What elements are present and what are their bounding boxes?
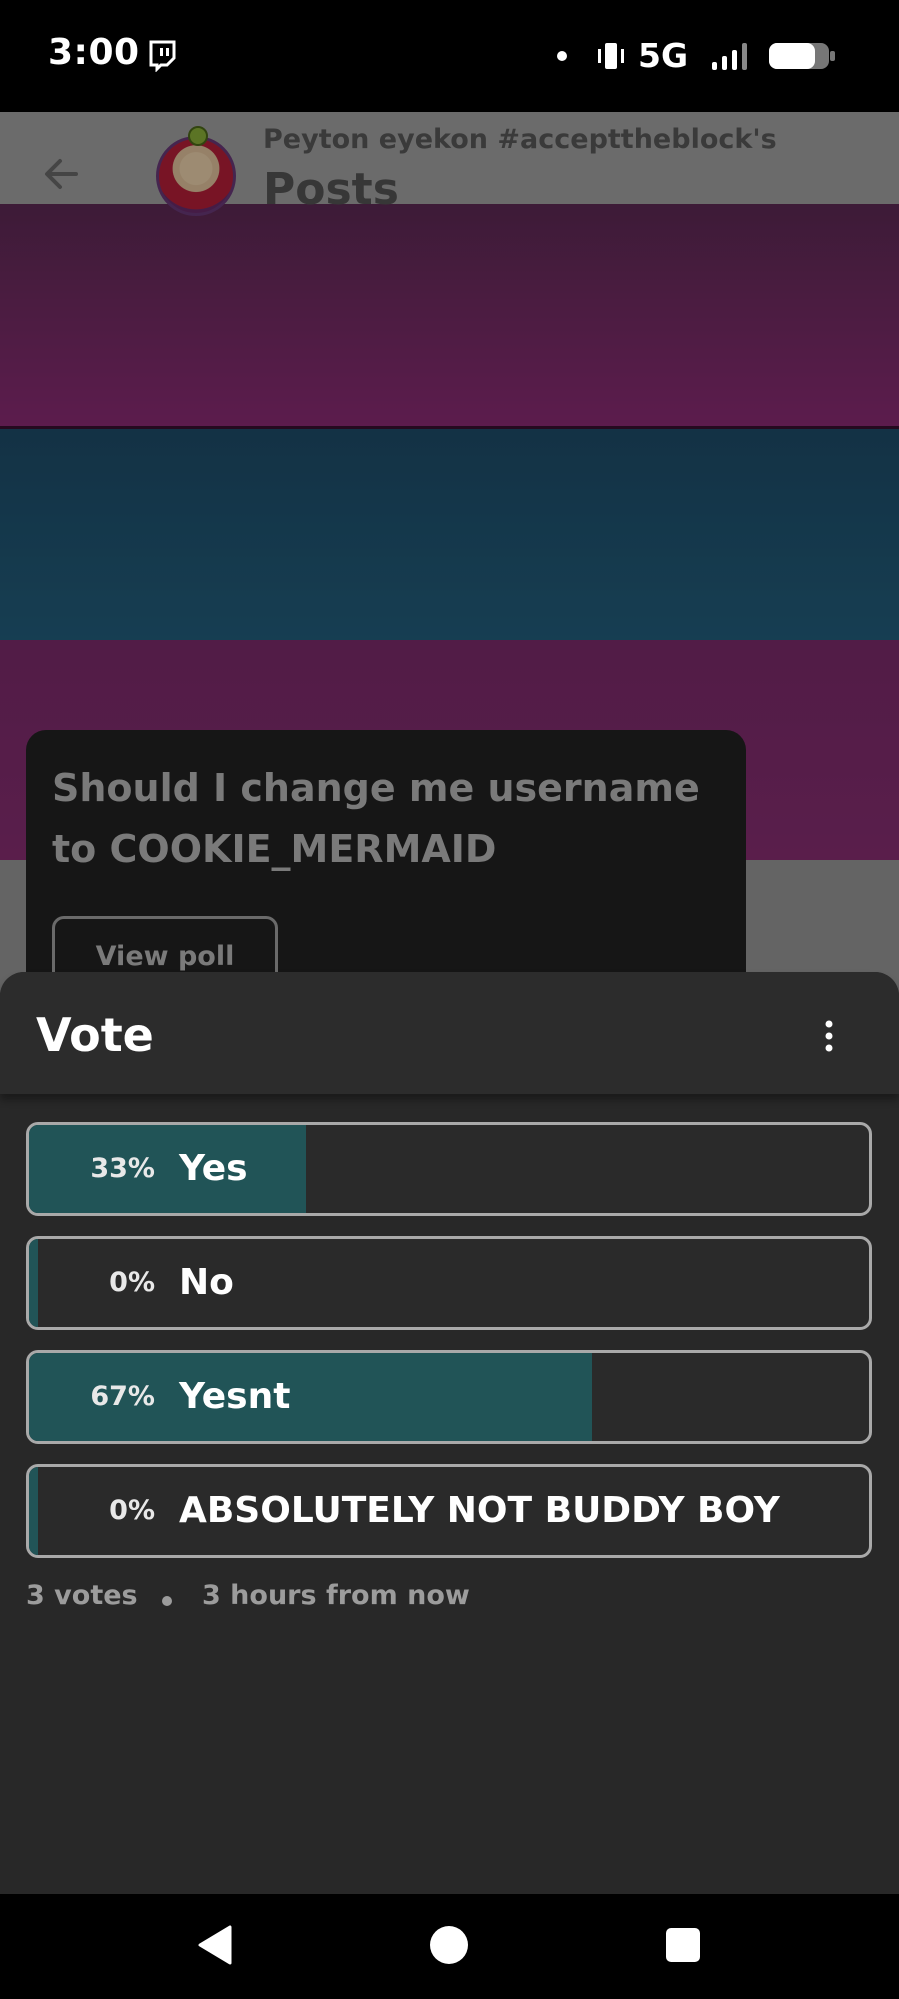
separator-dot-icon xyxy=(162,1596,172,1606)
poll-option-percent: 33% xyxy=(90,1153,155,1184)
battery-icon xyxy=(769,43,835,69)
sheet-title: Vote xyxy=(36,1008,154,1062)
vibrate-icon xyxy=(598,43,624,69)
poll-option-yes[interactable]: 33% Yes xyxy=(26,1122,872,1216)
nav-recents-icon[interactable] xyxy=(666,1928,700,1962)
vote-count: 3 votes xyxy=(26,1580,138,1611)
vote-bottom-sheet: Vote 33% Yes 0% No 67% Yesnt 0% ABSOLUTE… xyxy=(0,972,899,1894)
poll-option-label: Yesnt xyxy=(179,1376,291,1417)
post-text: Should I change me username to COOKIE_ME… xyxy=(52,766,700,871)
poll-option-label: No xyxy=(179,1262,234,1303)
more-vertical-icon[interactable] xyxy=(818,1018,840,1054)
poll-option-label: ABSOLUTELY NOT BUDDY BOY xyxy=(179,1490,780,1531)
system-nav-bar xyxy=(0,1894,899,1999)
poll-option-absolutely-not[interactable]: 0% ABSOLUTELY NOT BUDDY BOY xyxy=(26,1464,872,1558)
sheet-header: Vote xyxy=(0,972,899,1094)
poll-option-percent: 0% xyxy=(109,1267,155,1298)
signal-icon xyxy=(712,43,747,70)
poll-option-no[interactable]: 0% No xyxy=(26,1236,872,1330)
notification-dot-icon xyxy=(557,51,567,61)
nav-home-icon[interactable] xyxy=(430,1926,468,1964)
network-type: 5G xyxy=(638,36,689,75)
status-bar: 3:00 5G xyxy=(0,0,899,112)
poll-time-remaining: 3 hours from now xyxy=(202,1580,470,1611)
poll-option-percent: 67% xyxy=(90,1381,155,1412)
nav-back-icon[interactable] xyxy=(196,1924,234,1966)
status-time: 3:00 xyxy=(48,32,140,73)
poll-option-percent: 0% xyxy=(109,1495,155,1526)
twitch-icon xyxy=(149,40,176,72)
poll-option-label: Yes xyxy=(179,1148,248,1189)
poll-option-yesnt[interactable]: 67% Yesnt xyxy=(26,1350,872,1444)
